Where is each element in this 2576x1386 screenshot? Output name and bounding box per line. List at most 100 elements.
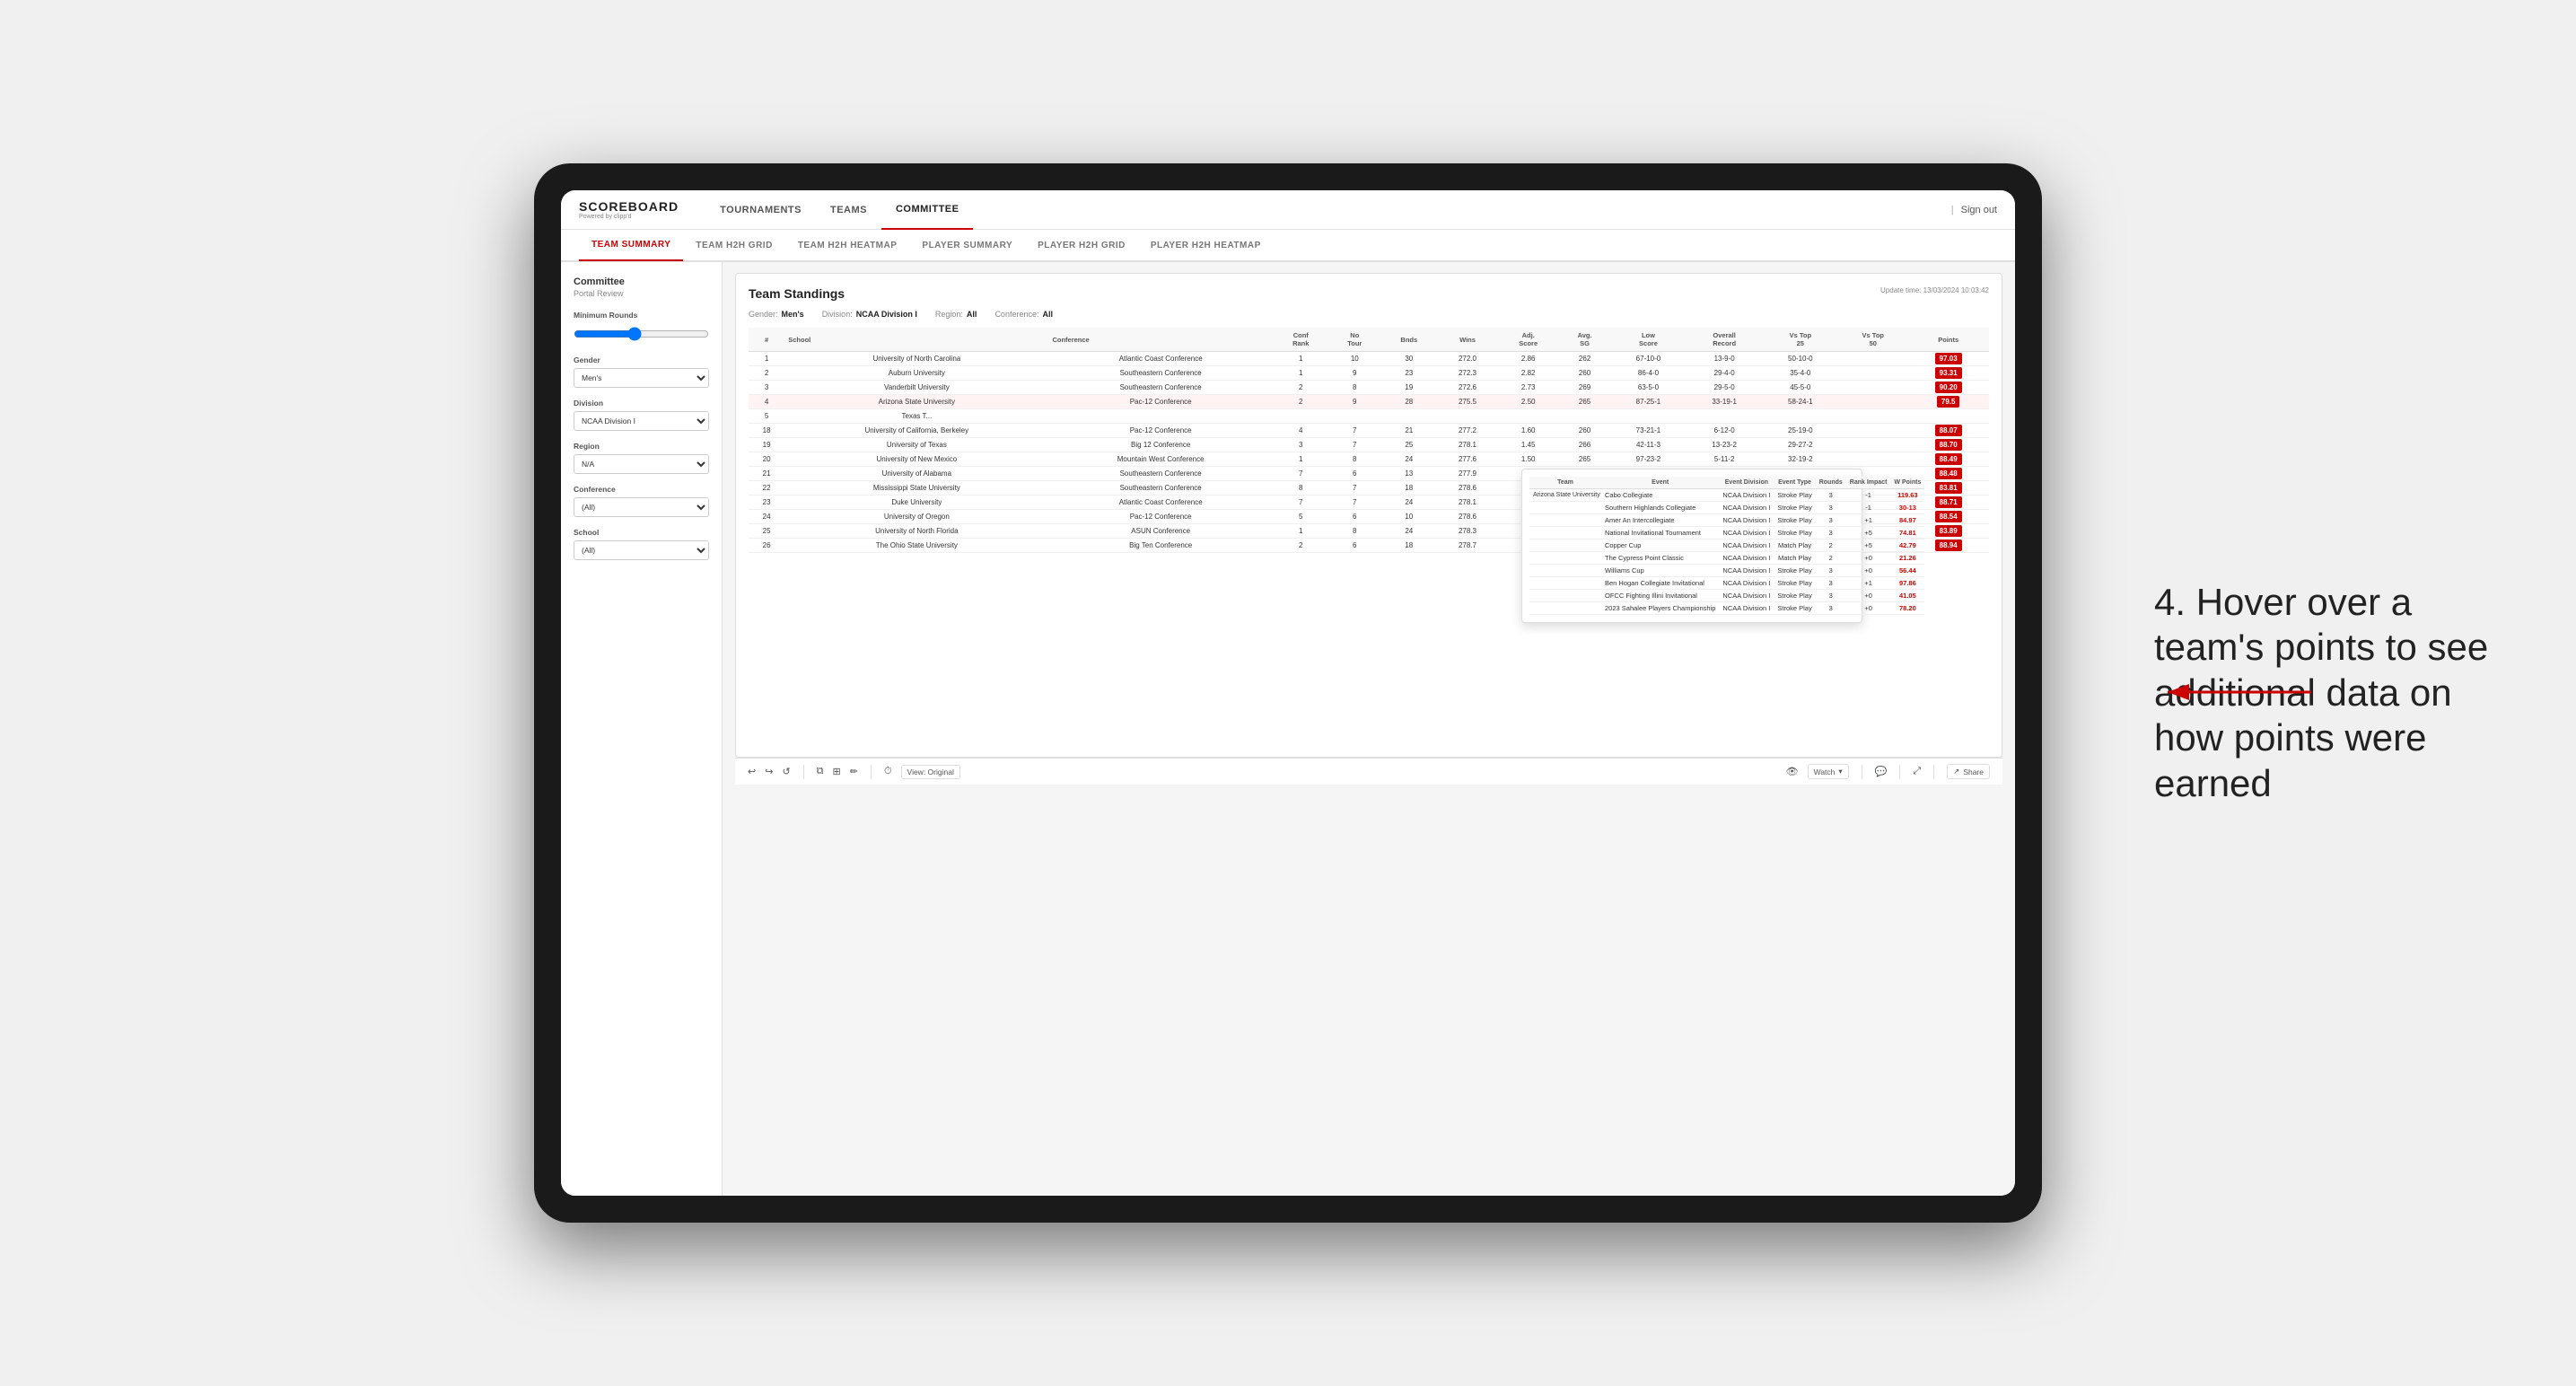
col-vs-top25: Vs Top25 <box>1762 328 1838 352</box>
copy-icon[interactable]: ⧉ <box>817 766 824 777</box>
left-sidebar: Committee Portal Review Minimum Rounds G… <box>561 262 723 1196</box>
points-badge[interactable]: 88.70 <box>1935 439 1962 451</box>
col-points: Points <box>1907 328 1989 352</box>
col-no-tour: NoTour <box>1329 328 1380 352</box>
subnav-team-summary[interactable]: TEAM SUMMARY <box>579 229 683 261</box>
expand-icon[interactable]: ⤢ <box>1913 766 1921 777</box>
table-row[interactable]: 3 Vanderbilt University Southeastern Con… <box>749 381 1989 395</box>
toolbar-sep-2 <box>871 765 872 779</box>
subnav-team-h2h-heatmap[interactable]: TEAM H2H HEATMAP <box>785 229 910 261</box>
filter-gender: Gender: Men's <box>749 310 804 319</box>
sidebar-label-gender: Gender <box>574 355 709 364</box>
refresh-icon[interactable]: ↺ <box>782 766 790 777</box>
logo-area: SCOREBOARD Powered by clipp'd <box>579 199 679 220</box>
col-conf-rank: ConfRank <box>1273 328 1329 352</box>
toolbar-sep-1 <box>803 765 804 779</box>
edit-icon[interactable]: ✏ <box>850 766 858 777</box>
share-button[interactable]: ↗ Share <box>1947 764 1990 779</box>
comment-icon[interactable]: 💬 <box>1875 766 1888 777</box>
points-badge[interactable]: 88.54 <box>1935 511 1962 522</box>
col-wins: Wins <box>1438 328 1498 352</box>
hover-row: Ben Hogan Collegiate Invitational NCAA D… <box>1529 577 1924 590</box>
table-row[interactable]: 1 University of North Carolina Atlantic … <box>749 352 1989 366</box>
points-badge[interactable]: 88.07 <box>1935 425 1962 436</box>
subnav-player-h2h-heatmap[interactable]: PLAYER H2H HEATMAP <box>1138 229 1274 261</box>
points-badge[interactable]: 83.89 <box>1935 525 1962 537</box>
clock-icon[interactable]: ⏱ <box>884 766 892 777</box>
school-select[interactable]: (All) <box>574 540 709 560</box>
col-school: School <box>784 328 1048 352</box>
points-badge[interactable]: 88.94 <box>1935 539 1962 551</box>
table-row[interactable]: 5 Texas T... <box>749 409 1989 424</box>
hover-row: Arizona State University Cabo Collegiate… <box>1529 489 1924 502</box>
page-wrapper: SCOREBOARD Powered by clipp'd TOURNAMENT… <box>0 0 2576 1386</box>
division-select[interactable]: NCAA Division I NCAA Division II NCAA Di… <box>574 411 709 431</box>
logo-text: SCOREBOARD <box>579 199 679 214</box>
redo-icon[interactable]: ↪ <box>765 766 773 777</box>
nav-item-tournaments[interactable]: TOURNAMENTS <box>705 190 816 230</box>
points-badge[interactable]: 88.71 <box>1935 496 1962 508</box>
report-header: Team Standings Update time: 13/03/2024 1… <box>749 286 1989 301</box>
subnav-team-h2h-grid[interactable]: TEAM H2H GRID <box>683 229 784 261</box>
col-adj-score: Adj.Score <box>1497 328 1559 352</box>
undo-icon[interactable]: ↩ <box>748 766 756 777</box>
points-badge[interactable]: 90.20 <box>1935 382 1962 393</box>
hover-row: Copper Cup NCAA Division I Match Play 2 … <box>1529 539 1924 552</box>
filter-conference: Conference: All <box>994 310 1053 319</box>
table-header-row: # School Conference ConfRank NoTour Bnds… <box>749 328 1989 352</box>
subnav-player-summary[interactable]: PLAYER SUMMARY <box>909 229 1025 261</box>
hover-row: Williams Cup NCAA Division I Stroke Play… <box>1529 565 1924 577</box>
sidebar-gender: Gender Men's Women's Both <box>574 355 709 388</box>
nav-item-committee[interactable]: COMMITTEE <box>881 190 974 230</box>
points-badge-arizona[interactable]: 79.5 <box>1937 396 1960 408</box>
hover-row: OFCC Fighting Illini Invitational NCAA D… <box>1529 590 1924 602</box>
sign-out-link[interactable]: Sign out <box>1961 205 1997 215</box>
sidebar-minimum-rounds: Minimum Rounds <box>574 311 709 345</box>
hover-row: Amer An Intercollegiate NCAA Division I … <box>1529 514 1924 527</box>
sidebar-division: Division NCAA Division I NCAA Division I… <box>574 399 709 431</box>
region-select[interactable]: N/A East West <box>574 454 709 474</box>
bottom-toolbar: ↩ ↪ ↺ ⧉ ⊞ ✏ ⏱ View: Original 👁 <box>735 758 2002 785</box>
points-badge[interactable]: 88.48 <box>1935 468 1962 479</box>
points-badge[interactable]: 97.03 <box>1935 353 1962 364</box>
sidebar-conference: Conference (All) ACC Big Ten <box>574 485 709 517</box>
share-icon: ↗ <box>1953 767 1959 776</box>
dropdown-icon: ▾ <box>1838 767 1842 776</box>
sidebar-label-school: School <box>574 528 709 537</box>
hover-row: National Invitational Tournament NCAA Di… <box>1529 527 1924 539</box>
grid-icon[interactable]: ⊞ <box>833 766 841 777</box>
nav-items: TOURNAMENTS TEAMS COMMITTEE <box>705 190 1951 230</box>
sidebar-school: School (All) <box>574 528 709 560</box>
report-title: Team Standings <box>749 286 845 301</box>
filter-region: Region: All <box>935 310 977 319</box>
main-content: Committee Portal Review Minimum Rounds G… <box>561 262 2015 1196</box>
nav-bar: SCOREBOARD Powered by clipp'd TOURNAMENT… <box>561 190 2015 230</box>
update-time: Update time: 13/03/2024 10:03:42 <box>1880 286 1989 294</box>
standings-table: # School Conference ConfRank NoTour Bnds… <box>749 328 1989 553</box>
table-row[interactable]: 18 University of California, Berkeley Pa… <box>749 424 1989 438</box>
sidebar-label-conference: Conference <box>574 485 709 494</box>
table-row[interactable]: 20 University of New Mexico Mountain Wes… <box>749 452 1989 467</box>
col-overall-record: OverallRecord <box>1687 328 1763 352</box>
min-rounds-slider[interactable] <box>574 327 709 341</box>
watch-button[interactable]: Watch ▾ <box>1808 764 1849 779</box>
nav-item-teams[interactable]: TEAMS <box>816 190 881 230</box>
sidebar-label-min-rounds: Minimum Rounds <box>574 311 709 320</box>
view-original-button[interactable]: View: Original <box>901 765 960 779</box>
table-row-arizona-state[interactable]: 4 Arizona State University Pac-12 Confer… <box>749 395 1989 409</box>
gender-select[interactable]: Men's Women's Both <box>574 368 709 388</box>
points-badge[interactable]: 88.49 <box>1935 453 1962 465</box>
col-conference: Conference <box>1048 328 1272 352</box>
hover-detail-table: Team Event Event Division Event Type Rou… <box>1529 477 1924 615</box>
points-badge[interactable]: 83.81 <box>1935 482 1962 494</box>
watch-icon[interactable]: 👁 <box>1786 766 1799 777</box>
filters-row: Gender: Men's Division: NCAA Division I … <box>749 310 1989 319</box>
table-row[interactable]: 2 Auburn University Southeastern Confere… <box>749 366 1989 381</box>
table-row[interactable]: 19 University of Texas Big 12 Conference… <box>749 438 1989 452</box>
toolbar-sep-5 <box>1933 765 1934 779</box>
sub-nav: TEAM SUMMARY TEAM H2H GRID TEAM H2H HEAT… <box>561 230 2015 262</box>
subnav-player-h2h-grid[interactable]: PLAYER H2H GRID <box>1025 229 1138 261</box>
col-avg-sg: Avg.SG <box>1559 328 1610 352</box>
conference-select[interactable]: (All) ACC Big Ten <box>574 497 709 517</box>
points-badge[interactable]: 93.31 <box>1935 367 1962 379</box>
